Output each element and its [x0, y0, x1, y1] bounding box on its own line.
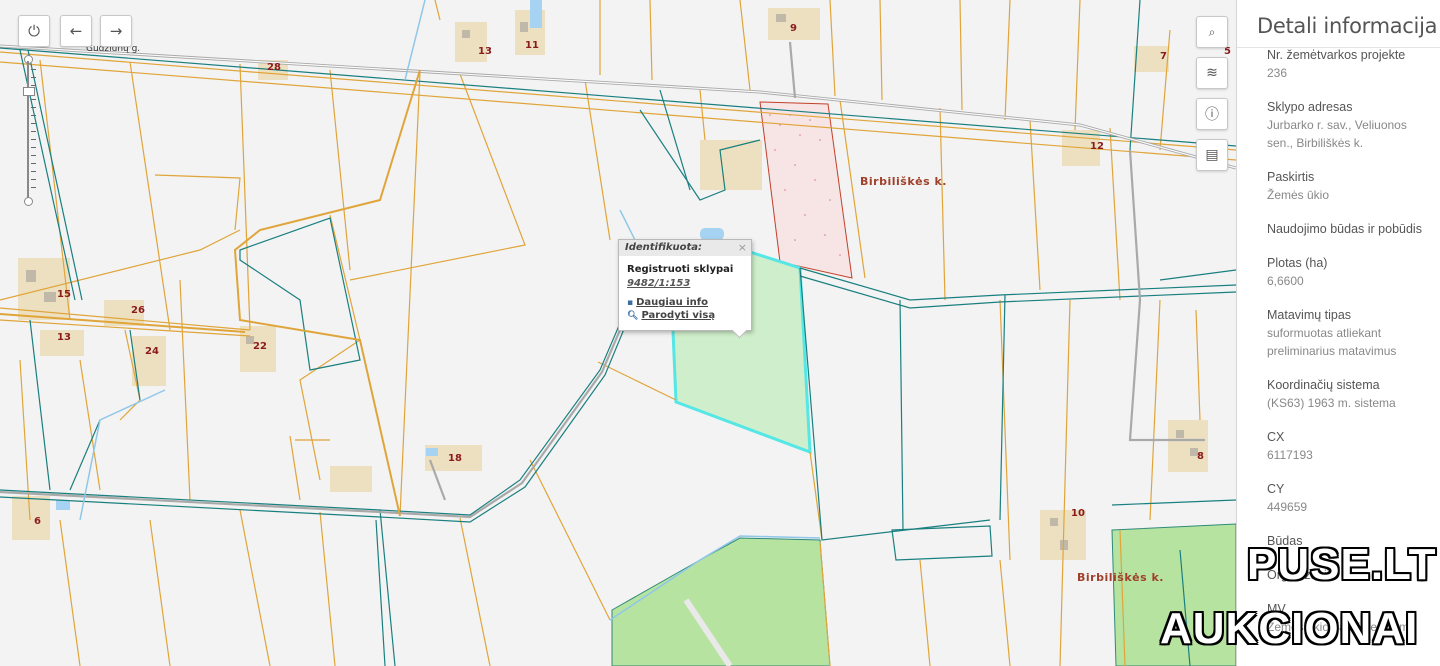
- detail-field: CY 449659: [1267, 480, 1432, 516]
- document-icon: ▤: [1205, 147, 1219, 163]
- field-value: 6117193: [1267, 448, 1313, 462]
- back-button[interactable]: ←: [60, 15, 92, 47]
- field-label: Plotas (ha): [1267, 256, 1328, 270]
- house-number: 13: [478, 46, 492, 57]
- layers-button[interactable]: ≋: [1196, 57, 1228, 89]
- detail-field: Nr. žemėtvarkos projekte 236: [1267, 46, 1432, 82]
- detail-field: Paskirtis Žemės ūkio: [1267, 168, 1432, 204]
- search-button[interactable]: ⌕: [1196, 16, 1228, 48]
- house-number: 28: [267, 62, 281, 73]
- field-value: (KS63) 1963 m. sistema: [1267, 396, 1396, 410]
- popup-title: Registruoti sklypai: [627, 264, 734, 275]
- watermark-line1: PUSE.LT: [1247, 540, 1437, 589]
- house-number: 26: [131, 305, 145, 316]
- house-number: 6: [34, 516, 41, 527]
- house-number: 11: [525, 40, 539, 51]
- house-number: 10: [1071, 508, 1085, 519]
- map-graphics: [0, 0, 1236, 666]
- detail-field: Koordinačių sistema (KS63) 1963 m. sistem…: [1267, 376, 1432, 412]
- arrow-right-icon: →: [109, 22, 123, 40]
- field-label: Koordinačių sistema: [1267, 378, 1380, 392]
- detail-field: Matavimų tipas suformuotas atliekant prel…: [1267, 306, 1432, 360]
- village-label: Birbiliškės k.: [860, 175, 947, 188]
- house-number: 15: [57, 289, 71, 300]
- power-icon: ⏻: [28, 22, 40, 40]
- house-number: 12: [1090, 141, 1104, 152]
- close-icon[interactable]: ×: [738, 241, 747, 254]
- field-value: 449659: [1267, 500, 1308, 514]
- field-label: Nr. žemėtvarkos projekte: [1267, 48, 1406, 62]
- zoom-knob[interactable]: [23, 87, 35, 96]
- detail-field: Plotas (ha) 6,6600: [1267, 254, 1432, 290]
- parcel-id-link[interactable]: 9482/1:153: [627, 278, 751, 289]
- field-value: 236: [1267, 66, 1288, 80]
- more-info-link[interactable]: ▪ Daugiau info: [627, 297, 751, 308]
- zoom-out-handle[interactable]: [24, 197, 33, 206]
- show-all-label: Parodyti visą: [641, 310, 716, 321]
- search-icon: ⌕: [1208, 24, 1216, 39]
- house-number: 7: [1160, 51, 1167, 62]
- panel-title: Detali informacija: [1237, 0, 1440, 48]
- identify-popup: Identifikuota: × Registruoti sklypai 948…: [618, 239, 752, 339]
- field-label: CY: [1267, 482, 1285, 496]
- power-button[interactable]: ⏻: [18, 15, 50, 47]
- document-button[interactable]: ▤: [1196, 139, 1228, 171]
- field-value: 6,6600: [1267, 274, 1304, 288]
- field-label: Naudojimo būdas ir pobūdis: [1267, 222, 1422, 236]
- show-all-link[interactable]: 🔍︎ Parodyti visą: [627, 310, 751, 321]
- house-number: 8: [1197, 451, 1204, 462]
- info-small-icon: ▪: [627, 298, 634, 308]
- map-canvas[interactable]: Gudžiūnų g. Birbiliškės k. Birbiliškės k…: [0, 0, 1236, 666]
- watermark-line2: AUKCIONAI: [1160, 604, 1419, 653]
- detail-field: Sklypo adresas Jurbarko r. sav., Veliuono…: [1267, 98, 1432, 152]
- info-button[interactable]: ⓘ: [1196, 98, 1228, 130]
- house-number: 9: [790, 23, 797, 34]
- detail-field: CX 6117193: [1267, 428, 1432, 464]
- field-label: CX: [1267, 430, 1285, 444]
- more-info-label: Daugiau info: [636, 297, 708, 308]
- field-value: Žemės ūkio: [1267, 188, 1330, 202]
- layers-icon: ≋: [1206, 65, 1218, 81]
- field-label: Paskirtis: [1267, 170, 1315, 184]
- magnifier-icon: 🔍︎: [627, 311, 639, 321]
- house-number: 24: [145, 346, 159, 357]
- village-label: Birbiliškės k.: [1077, 571, 1164, 584]
- house-number: 18: [448, 453, 462, 464]
- forward-button[interactable]: →: [100, 15, 132, 47]
- field-value: suformuotas atliekant preliminarius mata…: [1267, 326, 1397, 358]
- detail-field: Naudojimo būdas ir pobūdis: [1267, 220, 1432, 238]
- field-value: Jurbarko r. sav., Veliuonos sen., Birbil…: [1267, 118, 1407, 150]
- popup-header: Identifikuota:: [619, 240, 751, 256]
- field-label: Matavimų tipas: [1267, 308, 1352, 322]
- house-number: 13: [57, 332, 71, 343]
- zoom-slider[interactable]: [22, 55, 36, 206]
- house-number: 22: [253, 341, 267, 352]
- info-icon: ⓘ: [1205, 107, 1219, 123]
- field-label: Sklypo adresas: [1267, 100, 1353, 114]
- arrow-left-icon: ←: [69, 22, 83, 40]
